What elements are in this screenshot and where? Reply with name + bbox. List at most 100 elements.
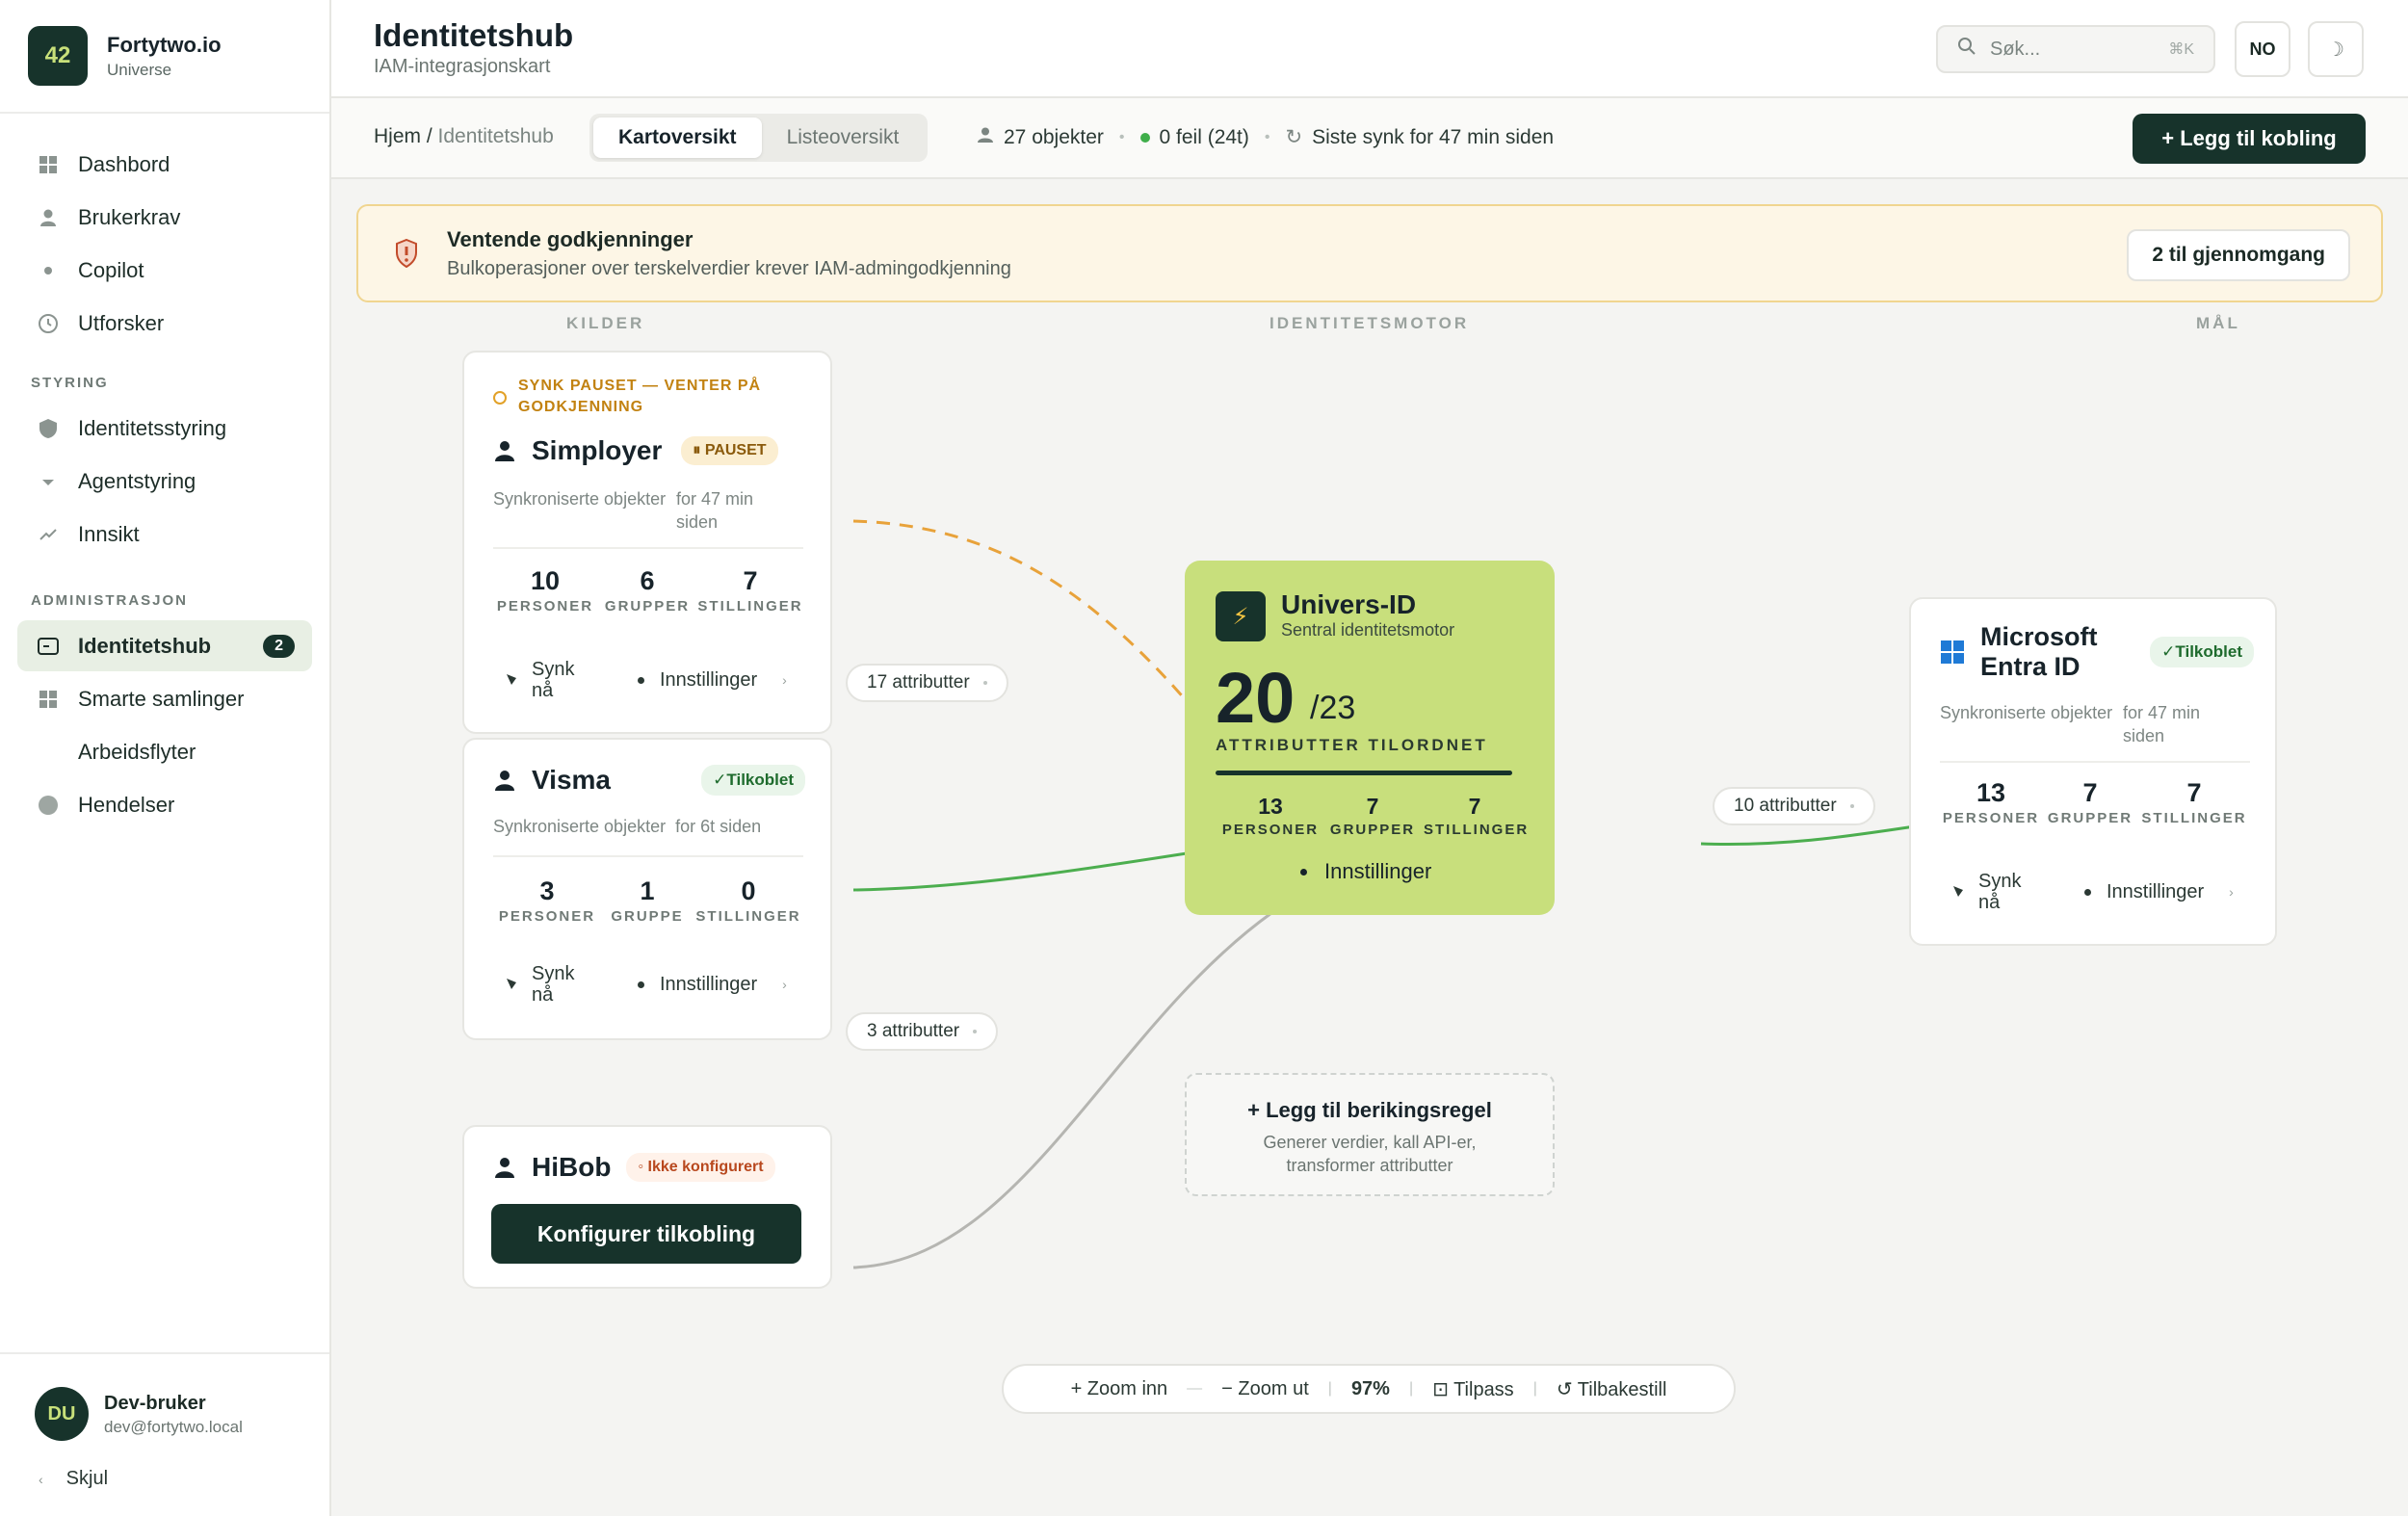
hub-stats: 27 objekter • 0 feil (24t) • ↻ Siste syn…: [977, 125, 1554, 149]
meta-time: for 6t siden: [675, 817, 762, 836]
sidebar-item-brukerkrav[interactable]: Brukerkrav: [17, 192, 312, 243]
sidebar-item-identitetshub[interactable]: Identitetshub 2: [17, 620, 312, 671]
enrich-title: + Legg til berikingsregel: [1247, 1098, 1492, 1122]
zoom-in-button[interactable]: + Zoom inn: [1071, 1378, 1168, 1400]
sidebar-item-copilot[interactable]: Copilot: [17, 245, 312, 296]
zoom-separator: |: [1327, 1380, 1332, 1397]
zoom-out-button[interactable]: − Zoom ut: [1221, 1378, 1309, 1400]
grid-icon: [37, 688, 60, 711]
sidebar-item-label: Identitetshub: [78, 633, 212, 658]
target-name-line: Entra ID: [1980, 652, 2081, 681]
count-label: GRUPPER: [604, 598, 691, 614]
count-label: PERSONER: [498, 908, 596, 925]
language-button[interactable]: NO: [2235, 21, 2290, 77]
object-counts: 10 PERSONER 6 GRUPPER 7 STILLINGER: [493, 547, 803, 614]
sidebar-item-agentstyring[interactable]: Agentstyring: [17, 456, 312, 507]
paused-badge: ⏸ PAUSET: [681, 436, 778, 465]
main-nav: Dashbord Brukerkrav Copilot Utforsker: [17, 139, 312, 351]
count-grupper: 6 GRUPPER: [597, 566, 697, 614]
breadcrumb-home[interactable]: Hjem: [374, 125, 421, 147]
tab-kartoversikt[interactable]: Kartoversikt: [593, 118, 762, 158]
count-personer: 13 PERSONER: [1219, 794, 1322, 838]
zoom-controls: + Zoom inn — − Zoom ut | 97% | ⊡ Tilpass…: [1002, 1364, 1736, 1414]
engine-counts: 13 PERSONER 7 GRUPPER 7 STILLINGER: [1219, 794, 1527, 838]
source-card-hibob[interactable]: HiBob ◦ Ikke konfigurert Konfigurer tilk…: [462, 1125, 832, 1289]
search-input[interactable]: Søk... ⌘K: [1936, 25, 2215, 73]
sync-now-button[interactable]: Synk nå: [493, 963, 638, 1006]
count-value: 6: [640, 566, 655, 595]
sidebar-item-label: Brukerkrav: [78, 204, 181, 229]
identity-engine-card[interactable]: ⚡ Univers-ID Sentral identitetsmotor 20 …: [1185, 561, 1555, 915]
settings-label: Innstillinger: [2107, 880, 2205, 902]
theme-toggle-icon[interactable]: ☽: [2308, 21, 2364, 77]
count-stillinger: 7 STILLINGER: [2138, 778, 2250, 826]
objects-count: 27 objekter: [1004, 125, 1104, 148]
sync-now-button[interactable]: Synk nå: [1940, 871, 2084, 913]
tab-listeoversikt[interactable]: Listeoversikt: [762, 118, 925, 158]
chevron-right-icon: ›: [782, 672, 787, 688]
count-label: STILLINGER: [2141, 810, 2247, 826]
hide-sidebar-button[interactable]: ‹ Skjul: [39, 1468, 108, 1490]
add-connection-button[interactable]: + Legg til kobling: [2133, 114, 2366, 164]
bullet-icon: [638, 676, 644, 684]
count-value: 10: [530, 566, 561, 595]
column-label-engine: IDENTITETSMOTOR: [1269, 314, 1470, 332]
sidebar-item-label: Hendelser: [78, 792, 175, 817]
sync-now-button[interactable]: Synk nå: [493, 659, 638, 701]
count-value: 7: [2082, 778, 2098, 807]
sidebar-item-arbeidsflyter[interactable]: Arbeidsflyter: [17, 726, 312, 777]
card-actions: Synk nå Innstillinger ›: [493, 659, 811, 701]
sidebar-item-innsikt[interactable]: Innsikt: [17, 509, 312, 560]
brand[interactable]: 42 Fortytwo.io Universe: [0, 0, 329, 114]
count-value: 13: [1258, 794, 1283, 819]
edge-label-visma[interactable]: 3 attributter: [846, 1012, 999, 1051]
hub-icon: [37, 635, 60, 658]
sync-paused-status: SYNK PAUSET — VENTER PÅ GODKJENNING: [493, 376, 798, 418]
engine-settings-button[interactable]: Innstillinger: [1300, 859, 1431, 884]
sidebar-item-dashbord[interactable]: Dashbord: [17, 139, 312, 190]
sidebar-item-label: Agentstyring: [78, 468, 196, 493]
edge-label-text: 3 attributter: [867, 1021, 960, 1041]
sidebar-item-hendelser[interactable]: Hendelser: [17, 779, 312, 830]
source-name: Simployer: [532, 435, 663, 465]
trend-icon: [37, 523, 60, 546]
review-button[interactable]: 2 til gjennomgang: [2127, 229, 2350, 281]
lightning-icon: ⚡: [1216, 591, 1266, 641]
source-card-visma[interactable]: Visma ✓Tilkoblet Synkroniserte objekter …: [462, 738, 832, 1040]
count-label: GRUPPE: [611, 908, 684, 925]
count-value: 3: [539, 876, 555, 905]
shield-icon: [37, 417, 60, 440]
count-personer: 3 PERSONER: [493, 876, 601, 925]
settings-button[interactable]: Innstillinger ›: [638, 669, 787, 692]
clock-icon: [37, 312, 60, 335]
enrich-subtitle: Generer verdier, kall API-er, transforme…: [1187, 1131, 1553, 1177]
sidebar-item-smarte-samlinger[interactable]: Smarte samlinger: [17, 673, 312, 724]
sidebar-item-label: Identitetsstyring: [78, 415, 227, 440]
mapped-label: ATTRIBUTTER TILORDNET: [1216, 736, 1488, 754]
add-enrichment-rule-button[interactable]: + Legg til berikingsregel Generer verdie…: [1185, 1073, 1555, 1196]
settings-button[interactable]: Innstillinger ›: [2084, 881, 2234, 903]
count-value: 13: [1976, 778, 2006, 807]
search-placeholder: Søk...: [1990, 38, 2041, 60]
sidebar-item-utforsker[interactable]: Utforsker: [17, 298, 312, 349]
target-name: Microsoft Entra ID: [1980, 622, 2150, 682]
sidebar-item-label: Arbeidsflyter: [78, 739, 196, 764]
source-name: HiBob: [532, 1152, 612, 1182]
source-card-simployer[interactable]: SYNK PAUSET — VENTER PÅ GODKJENNING Simp…: [462, 351, 832, 734]
user-icon: [977, 126, 994, 149]
nav-count-badge: 2: [263, 634, 295, 658]
fit-button[interactable]: ⊡ Tilpass: [1432, 1377, 1514, 1401]
sidebar-item-identitetsstyring[interactable]: Identitetsstyring: [17, 403, 312, 454]
count-value: 0: [741, 876, 756, 905]
meta-label: Synkroniserte objekter: [493, 817, 667, 836]
bullet-icon: [638, 980, 644, 988]
configure-connection-button[interactable]: Konfigurer tilkobling: [491, 1204, 801, 1264]
edge-label-simployer[interactable]: 17 attributter: [846, 664, 1008, 702]
avatar[interactable]: DU: [35, 1387, 89, 1441]
card-header: Visma ✓Tilkoblet: [493, 765, 805, 796]
bullet-icon: [2084, 888, 2091, 896]
target-card-entra-id[interactable]: Microsoft Entra ID ✓Tilkoblet Synkronise…: [1909, 597, 2277, 946]
edge-label-target[interactable]: 10 attributter: [1713, 787, 1875, 825]
settings-button[interactable]: Innstillinger ›: [638, 974, 787, 996]
reset-button[interactable]: ↺ Tilbakestill: [1557, 1377, 1667, 1401]
